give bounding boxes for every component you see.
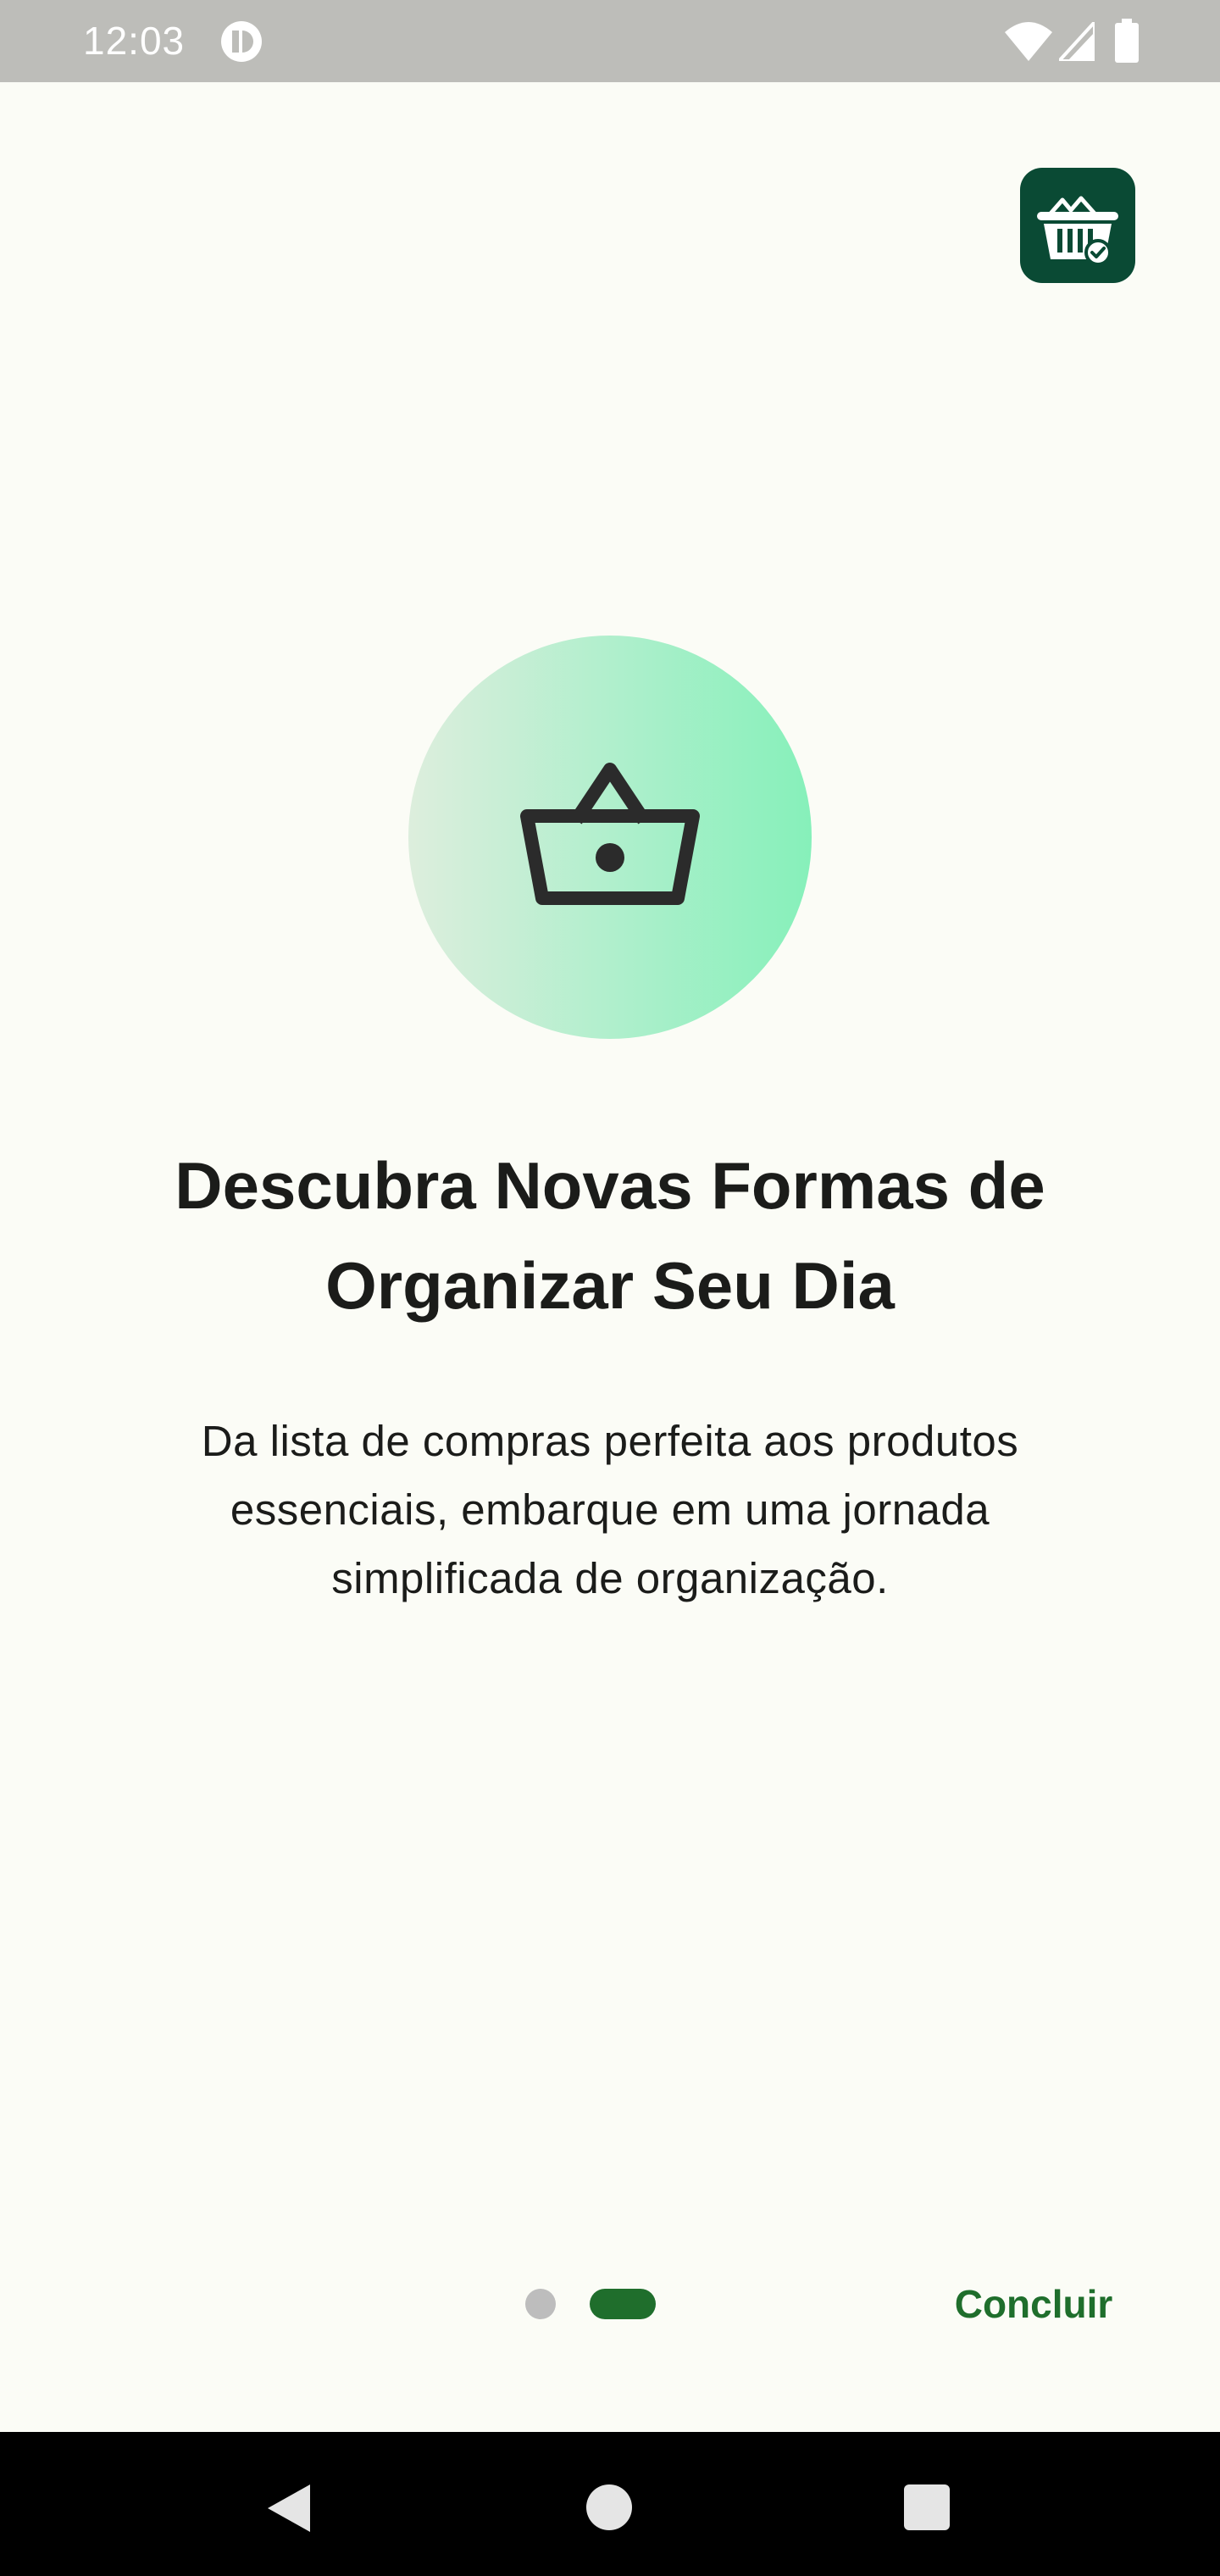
shopping-basket-icon xyxy=(520,763,700,905)
app-notification-icon xyxy=(221,21,262,62)
wifi-icon xyxy=(1005,22,1052,61)
finish-button[interactable]: Concluir xyxy=(932,2271,1135,2337)
status-time: 12:03 xyxy=(83,19,186,63)
page-indicator-1[interactable] xyxy=(525,2289,556,2319)
status-bar: 12:03 xyxy=(0,0,1220,82)
home-icon[interactable] xyxy=(586,2484,632,2530)
onboarding-title: Descubra Novas Formas de Organizar Seu D… xyxy=(175,1148,1045,1323)
app-logo xyxy=(1020,168,1135,283)
signal-icon xyxy=(1059,22,1095,61)
shopping-basket-check-icon xyxy=(1037,196,1118,266)
hero-illustration xyxy=(408,636,812,1039)
recents-icon[interactable] xyxy=(904,2484,950,2530)
page-indicator-2-active[interactable] xyxy=(590,2289,656,2319)
back-icon[interactable] xyxy=(264,2483,315,2534)
system-nav-bar xyxy=(0,2432,1220,2576)
onboarding-subtitle: Da lista de compras perfeita aos produto… xyxy=(201,1417,1019,1602)
battery-icon xyxy=(1115,19,1139,63)
